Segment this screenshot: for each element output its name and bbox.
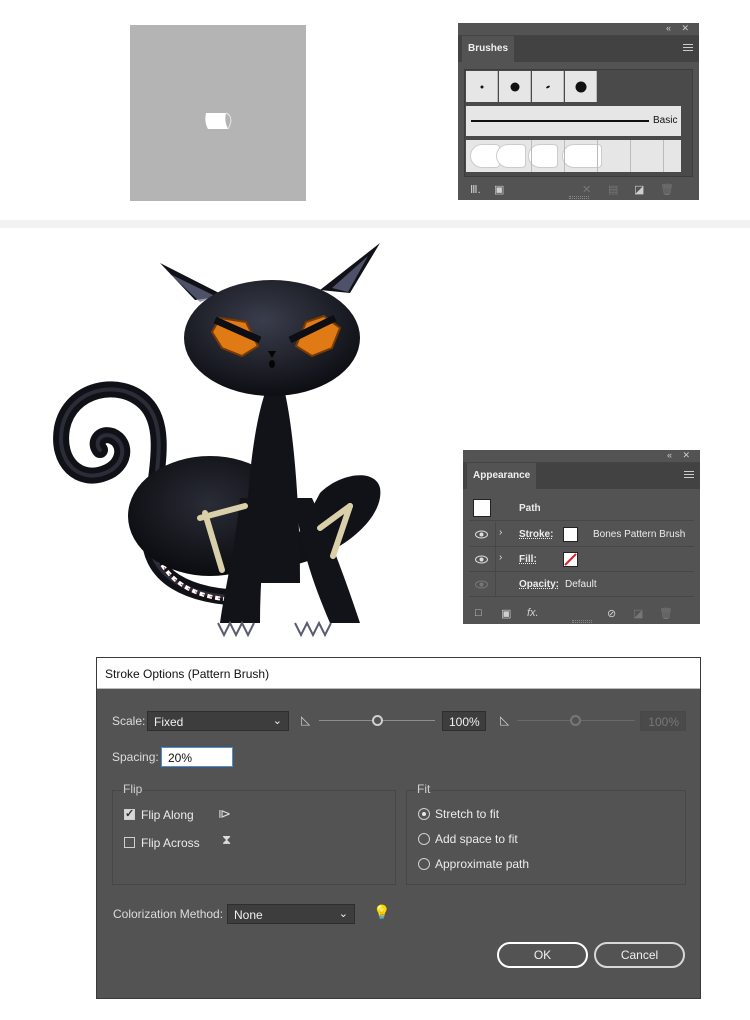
brush-bones-pattern[interactable] (466, 140, 681, 172)
fit-stretch-label[interactable]: Stretch to fit (435, 807, 499, 821)
flip-across-icon: ⧗ (222, 832, 232, 847)
fill-none-swatch[interactable] (563, 552, 578, 567)
pattern-tile-divider (499, 140, 532, 172)
panel-tab-row: Brushes (458, 36, 699, 62)
appearance-fill-row[interactable]: › Fill: (469, 547, 694, 572)
dialog-title: Stroke Options (Pattern Brush) (97, 658, 700, 689)
tab-appearance[interactable]: Appearance (467, 463, 537, 489)
fit-approximate-label[interactable]: Approximate path (435, 857, 529, 871)
stroke-swatch[interactable] (563, 527, 578, 542)
pattern-tile-divider (532, 140, 565, 172)
basic-stroke-line (471, 120, 649, 122)
scale-label: Scale: (112, 714, 146, 728)
resize-grip[interactable] (571, 620, 592, 623)
colorization-label: Colorization Method: (113, 907, 224, 921)
flip-along-label[interactable]: Flip Along (141, 808, 194, 822)
eye-icon[interactable] (475, 553, 488, 566)
brushes-footer: Ⅲ. ▣ ✕ ▤ ◪ 🗑 (458, 178, 699, 200)
scale-percent-input[interactable]: 100% (442, 711, 486, 731)
pattern-tile-divider (565, 140, 598, 172)
delete-icon[interactable]: 🗑 (660, 183, 674, 196)
brush-round-large[interactable] (565, 71, 597, 102)
appearance-opacity-row[interactable]: Opacity: Default (469, 572, 694, 597)
appearance-panel: « ✕ Appearance Path › Stroke: Bones Patt… (463, 450, 700, 624)
max-scale-percent-input: 100% (640, 711, 686, 731)
path-thumbnail (473, 499, 491, 517)
colorization-select-value: None (234, 908, 263, 922)
spacing-label: Spacing: (112, 750, 159, 764)
stroke-label[interactable]: Stroke: (519, 529, 553, 540)
max-scale-slider-knob (570, 715, 581, 726)
stroke-options-dialog: Stroke Options (Pattern Brush) Scale: Fi… (96, 657, 701, 999)
ok-button[interactable]: OK (497, 942, 588, 968)
section-divider (0, 220, 750, 228)
appearance-path-row[interactable]: Path (469, 496, 694, 521)
panel-topbar: « ✕ (463, 450, 700, 463)
brush-calligraphic-small[interactable] (466, 71, 498, 102)
spacing-input[interactable]: 20% (161, 747, 233, 767)
max-scale-icon: ◺ (500, 713, 510, 727)
new-brush-icon[interactable]: ◪ (634, 183, 644, 196)
tips-lightbulb-icon[interactable]: 💡 (373, 904, 390, 921)
panel-topbar: « ✕ (458, 23, 699, 36)
eye-icon[interactable] (475, 578, 488, 591)
fx-icon[interactable]: fx. (527, 607, 539, 619)
chevron-right-icon[interactable]: › (499, 552, 502, 563)
bone-segment-preview (205, 112, 232, 130)
flip-along-checkbox[interactable] (124, 807, 135, 820)
brush-basic[interactable]: Basic (466, 106, 681, 136)
resize-grip[interactable] (568, 196, 589, 199)
libraries-panel-icon[interactable]: ▣ (494, 183, 504, 196)
scale-slider-knob[interactable] (372, 715, 383, 726)
panel-menu-icon[interactable] (683, 44, 693, 53)
chevron-down-icon: ⌄ (338, 908, 348, 920)
flip-across-checkbox[interactable] (124, 837, 135, 848)
artboard-preview (130, 25, 306, 201)
cat-illustration (53, 243, 381, 638)
scale-select-value: Fixed (154, 715, 184, 729)
basic-label: Basic (653, 115, 678, 126)
flip-along-icon: ⧐ (218, 806, 231, 821)
add-stroke-icon[interactable]: □ (475, 607, 482, 619)
fit-group-title: Fit (416, 782, 432, 796)
eye-icon[interactable] (475, 528, 488, 541)
fit-add-space-label[interactable]: Add space to fit (435, 832, 518, 846)
brush-calligraphic-angle[interactable] (532, 71, 564, 102)
opacity-label[interactable]: Opacity: (519, 579, 559, 590)
add-fill-icon[interactable]: ▣ (501, 607, 511, 620)
flip-group-title: Flip (122, 782, 144, 796)
opacity-value: Default (565, 579, 597, 590)
pattern-tile-divider (598, 140, 631, 172)
scale-select[interactable]: Fixed ⌄ (147, 711, 289, 731)
delete-icon[interactable]: 🗑 (659, 607, 673, 620)
collapse-close-icons[interactable]: « ✕ (667, 450, 694, 461)
min-scale-icon: ◺ (301, 713, 311, 727)
appearance-footer: □ ▣ fx. ⊘ ◪ 🗑 (463, 602, 700, 624)
fit-stretch-radio[interactable] (418, 808, 430, 820)
appearance-stroke-row[interactable]: › Stroke: Bones Pattern Brush (469, 522, 694, 547)
panel-menu-icon[interactable] (684, 471, 694, 480)
brushes-panel: « ✕ Brushes Basic Ⅲ. ▣ ✕ ▤ ◪ 🗑 (458, 23, 699, 200)
pattern-tile-divider (631, 140, 664, 172)
path-label: Path (519, 503, 541, 514)
options-icon[interactable]: ▤ (608, 183, 618, 196)
fit-approximate-radio[interactable] (418, 858, 430, 870)
fill-label[interactable]: Fill: (519, 554, 537, 565)
clear-icon[interactable]: ⊘ (607, 607, 616, 620)
fit-add-space-radio[interactable] (418, 833, 430, 845)
colorization-select[interactable]: None ⌄ (227, 904, 355, 924)
brush-list: Basic (464, 69, 693, 177)
brush-round-medium[interactable] (499, 71, 531, 102)
chevron-right-icon[interactable]: › (499, 527, 502, 538)
cancel-button[interactable]: Cancel (594, 942, 685, 968)
chevron-down-icon: ⌄ (272, 715, 282, 727)
flip-across-label[interactable]: Flip Across (141, 836, 200, 850)
stroke-brush-value[interactable]: Bones Pattern Brush (593, 529, 685, 540)
brush-libraries-icon[interactable]: Ⅲ. (470, 183, 481, 196)
remove-stroke-icon[interactable]: ✕ (582, 183, 591, 196)
tab-brushes[interactable]: Brushes (462, 36, 515, 62)
duplicate-icon[interactable]: ◪ (633, 607, 643, 620)
panel-tab-row: Appearance (463, 463, 700, 489)
collapse-close-icons[interactable]: « ✕ (666, 23, 693, 34)
